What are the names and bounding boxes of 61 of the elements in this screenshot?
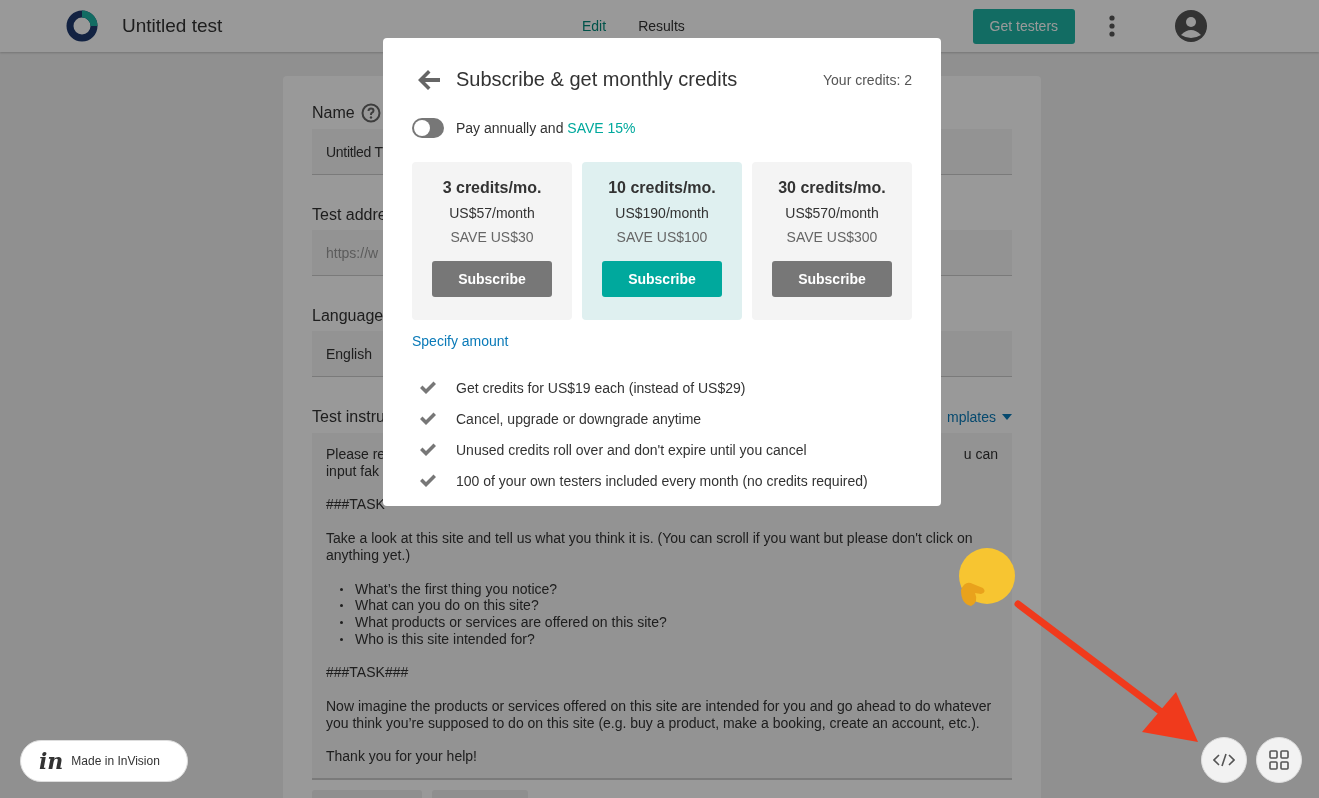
specify-amount-link[interactable]: Specify amount [412,333,509,349]
plan-card[interactable]: 3 credits/mo. US$57/month SAVE US$30 Subscribe [412,162,572,320]
back-arrow-icon[interactable] [418,69,440,90]
made-in-invision-badge[interactable]: in Made in InVision [20,740,188,782]
grid-icon [1269,750,1289,770]
plan-saving: SAVE US$100 [616,229,708,245]
plan-saving: SAVE US$30 [450,229,534,245]
code-button[interactable] [1201,737,1247,783]
arrow-icon [1014,600,1198,744]
plan-title: 3 credits/mo. [442,179,542,197]
plan-saving: SAVE US$300 [786,229,878,245]
feature-text: Unused credits roll over and don't expire until you cancel [456,441,807,458]
check-icon [420,474,436,487]
plan-price: US$190/month [615,205,709,221]
feature-text: Cancel, upgrade or downgrade anytime [456,410,702,427]
instruction-text: ###TASK### [326,664,409,682]
feature-text: Get credits for US$19 each (instead of US$29) [456,379,746,396]
help-icon[interactable] [360,103,381,123]
subscribe-button[interactable]: Subscribe [432,261,552,297]
annual-toggle[interactable] [412,118,444,138]
plan-card[interactable]: 30 credits/mo. US$570/month SAVE US$300 Subscribe [752,162,912,320]
subscribe-button[interactable]: Subscribe [602,261,722,297]
toggle-label: Pay annually and SAVE 15% [456,120,636,136]
plan-card[interactable]: 10 credits/mo. US$190/month SAVE US$100 Subscribe [582,162,742,320]
bullet-icon [340,587,343,591]
logo-icon [66,10,98,42]
instruction-text: Now imagine the products or services offered on this site are intended for you and go ahead to do whatever you think you’re supposed to do on this site (e.g. buy a product, make a booking, create an account, etc.). [326,698,992,732]
instruction-text: ###TASK [326,496,385,514]
bullet-icon [340,637,343,641]
nav-tab[interactable]: Edit [582,14,607,38]
field-label: Name [312,104,355,122]
credits-count: Your credits: 2 [823,71,912,88]
instruction-text: u can [963,446,998,464]
plan-title: 30 credits/mo. [778,179,886,197]
instruction-text: What can you do on this site? [355,597,539,614]
templates-link[interactable]: mplates [946,409,1012,425]
plan-price: US$570/month [785,205,879,221]
check-icon [420,381,436,394]
check-icon [420,412,436,425]
bullet-icon [340,604,343,608]
subscribe-button[interactable]: Subscribe [772,261,892,297]
instruction-text: What products or services are offered on this site? [355,613,667,631]
grid-button[interactable] [1256,737,1302,783]
instruction-text: Who is this site intended for? [355,630,535,648]
plan-title: 10 credits/mo. [608,179,716,197]
feature-text: 100 of your own testers included every month (no credits required) [456,472,868,489]
avatar-icon[interactable] [1174,10,1207,42]
check-icon [420,443,436,456]
field-label: Language [312,307,384,325]
invision-logo: in [39,748,64,774]
nav-tab[interactable]: Results [638,14,685,38]
plan-price: US$57/month [449,205,535,221]
code-icon [1213,753,1235,767]
instruction-text: Take a look at this site and tell us what you think it is. (You can scroll if you want but please don't click on anything yet.) [326,530,973,564]
dialog-title: Subscribe & get monthly credits [456,68,739,91]
caret-icon [1002,414,1012,420]
instruction-text: What’s the first thing you notice? [355,580,558,598]
badge-label: Made in InVision [71,754,160,768]
bullet-icon [340,620,343,624]
instruction-text: Thank you for your help! [326,748,477,766]
test-title: Untitled test [122,15,224,37]
